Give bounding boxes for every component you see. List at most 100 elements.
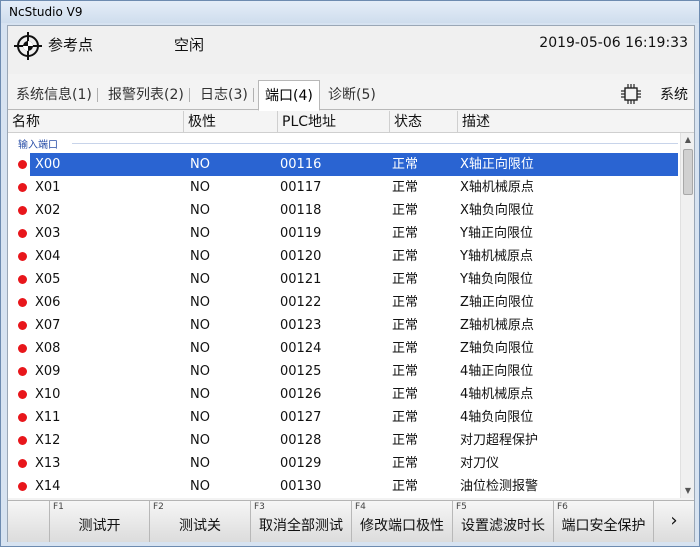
table-row[interactable]: X09 NO 00125 正常 4轴正向限位 [8, 360, 680, 383]
status-dot-icon [18, 321, 27, 330]
cell-polarity: NO [190, 180, 210, 195]
fkey-number: F4 [355, 502, 366, 512]
cell-address: 00117 [280, 180, 322, 195]
cell-state: 正常 [392, 226, 419, 241]
col-header-polarity[interactable]: 极性 [184, 111, 278, 133]
cell-address: 00130 [280, 479, 322, 494]
table-row[interactable]: X11 NO 00127 正常 4轴负向限位 [8, 406, 680, 429]
cell-description: Z轴正向限位 [460, 295, 534, 310]
cell-polarity: NO [190, 249, 210, 264]
table-row[interactable]: X13 NO 00129 正常 对刀仪 [8, 452, 680, 475]
status-dot-icon [18, 206, 27, 215]
selection-highlight [30, 153, 678, 176]
status-dot-icon [18, 344, 27, 353]
cell-description: Z轴负向限位 [460, 341, 534, 356]
chevron-right-icon: › [670, 510, 678, 531]
table-row[interactable]: X10 NO 00126 正常 4轴机械原点 [8, 383, 680, 406]
tab-diagnostics[interactable]: 诊断(5) [322, 80, 382, 110]
fkey-label: 端口安全保护 [561, 518, 646, 534]
cell-description: 4轴负向限位 [460, 410, 534, 425]
tab-log[interactable]: 日志(3) [194, 80, 254, 110]
scroll-up-icon[interactable]: ▲ [681, 133, 695, 147]
machine-state-label: 空闲 [174, 36, 205, 54]
status-dot-icon [18, 367, 27, 376]
cell-description: Z轴机械原点 [460, 318, 534, 333]
table-row[interactable]: X08 NO 00124 正常 Z轴负向限位 [8, 337, 680, 360]
cancel-all-tests-button[interactable]: F3 取消全部测试 [251, 501, 352, 542]
set-filter-duration-button[interactable]: F5 设置滤波时长 [453, 501, 554, 542]
table-header: 名称 极性 PLC地址 状态 描述 [8, 111, 694, 133]
cell-name: X04 [35, 249, 61, 264]
cell-state: 正常 [392, 157, 419, 172]
test-off-button[interactable]: F2 测试关 [150, 501, 251, 542]
cell-polarity: NO [190, 272, 210, 287]
fkey-label: 测试关 [179, 518, 221, 534]
status-dot-icon [18, 459, 27, 468]
fkey-number: F5 [456, 502, 467, 512]
tab-ports[interactable]: 端口(4) [258, 80, 320, 111]
next-page-button[interactable]: › [654, 501, 694, 542]
cell-state: 正常 [392, 272, 419, 287]
status-dot-icon [18, 298, 27, 307]
cell-address: 00120 [280, 249, 322, 264]
reference-point-icon [14, 32, 42, 60]
status-dot-icon [18, 413, 27, 422]
system-button[interactable]: 系统 [660, 82, 688, 108]
table-row[interactable]: X00 NO 00116 正常 X轴正向限位 [8, 153, 680, 176]
table-row[interactable]: X03 NO 00119 正常 Y轴正向限位 [8, 222, 680, 245]
test-on-button[interactable]: F1 测试开 [50, 501, 150, 542]
col-header-name[interactable]: 名称 [8, 111, 184, 133]
col-header-plc-address[interactable]: PLC地址 [278, 111, 390, 133]
datetime-display: 2019-05-06 16:19:33 [539, 35, 688, 51]
table-row[interactable]: X02 NO 00118 正常 X轴负向限位 [8, 199, 680, 222]
cell-polarity: NO [190, 203, 210, 218]
cell-polarity: NO [190, 157, 210, 172]
table-row[interactable]: X04 NO 00120 正常 Y轴机械原点 [8, 245, 680, 268]
cell-description: X轴正向限位 [460, 157, 534, 172]
status-dot-icon [18, 252, 27, 261]
cell-description: 对刀仪 [460, 456, 500, 471]
cell-state: 正常 [392, 364, 419, 379]
fkey-number: F1 [53, 502, 64, 512]
scroll-down-icon[interactable]: ▼ [681, 484, 695, 498]
cell-state: 正常 [392, 318, 419, 333]
table-body: X00 NO 00116 正常 X轴正向限位 X01 NO 00117 正常 X轴机械原点 X0… [8, 153, 680, 498]
status-dot-icon [18, 160, 27, 169]
status-dot-icon [18, 229, 27, 238]
table-row[interactable]: X14 NO 00130 正常 油位检测报警 [8, 475, 680, 498]
cell-description: 4轴机械原点 [460, 387, 534, 402]
cell-description: Y轴负向限位 [460, 272, 533, 287]
cell-name: X14 [35, 479, 61, 494]
modify-port-polarity-button[interactable]: F4 修改端口极性 [352, 501, 453, 542]
cell-address: 00129 [280, 456, 322, 471]
tab-bar: 系统信息(1) 报警列表(2) 日志(3) 端口(4) 诊断(5) [8, 80, 694, 111]
cell-name: X02 [35, 203, 61, 218]
cell-state: 正常 [392, 180, 419, 195]
cell-polarity: NO [190, 410, 210, 425]
chip-icon [621, 84, 641, 104]
cell-description: 对刀超程保护 [460, 433, 539, 448]
status-header: 参考点 空闲 2019-05-06 16:19:33 [8, 26, 694, 74]
function-key-bar: F1 测试开 F2 测试关 F3 取消全部测试 F4 修改端口极性 F5 设置滤波时长 F… [8, 500, 694, 542]
scroll-thumb[interactable] [683, 149, 693, 195]
col-header-state[interactable]: 状态 [390, 111, 458, 133]
tab-alarm-list[interactable]: 报警列表(2) [102, 80, 190, 110]
cell-name: X10 [35, 387, 61, 402]
status-dot-icon [18, 436, 27, 445]
cell-state: 正常 [392, 295, 419, 310]
cell-description: X轴机械原点 [460, 180, 534, 195]
fkey-label: 修改端口极性 [360, 518, 444, 534]
table-row[interactable]: X06 NO 00122 正常 Z轴正向限位 [8, 291, 680, 314]
group-label-input-ports: 输入端口 [18, 140, 58, 151]
cell-name: X13 [35, 456, 61, 471]
cell-name: X07 [35, 318, 61, 333]
col-header-description[interactable]: 描述 [458, 111, 694, 133]
cell-name: X12 [35, 433, 61, 448]
table-row[interactable]: X12 NO 00128 正常 对刀超程保护 [8, 429, 680, 452]
table-row[interactable]: X05 NO 00121 正常 Y轴负向限位 [8, 268, 680, 291]
tab-system-info[interactable]: 系统信息(1) [10, 80, 98, 110]
port-safety-protection-button[interactable]: F6 端口安全保护 [554, 501, 654, 542]
table-row[interactable]: X07 NO 00123 正常 Z轴机械原点 [8, 314, 680, 337]
vertical-scrollbar[interactable]: ▲ ▼ [680, 133, 694, 498]
table-row[interactable]: X01 NO 00117 正常 X轴机械原点 [8, 176, 680, 199]
